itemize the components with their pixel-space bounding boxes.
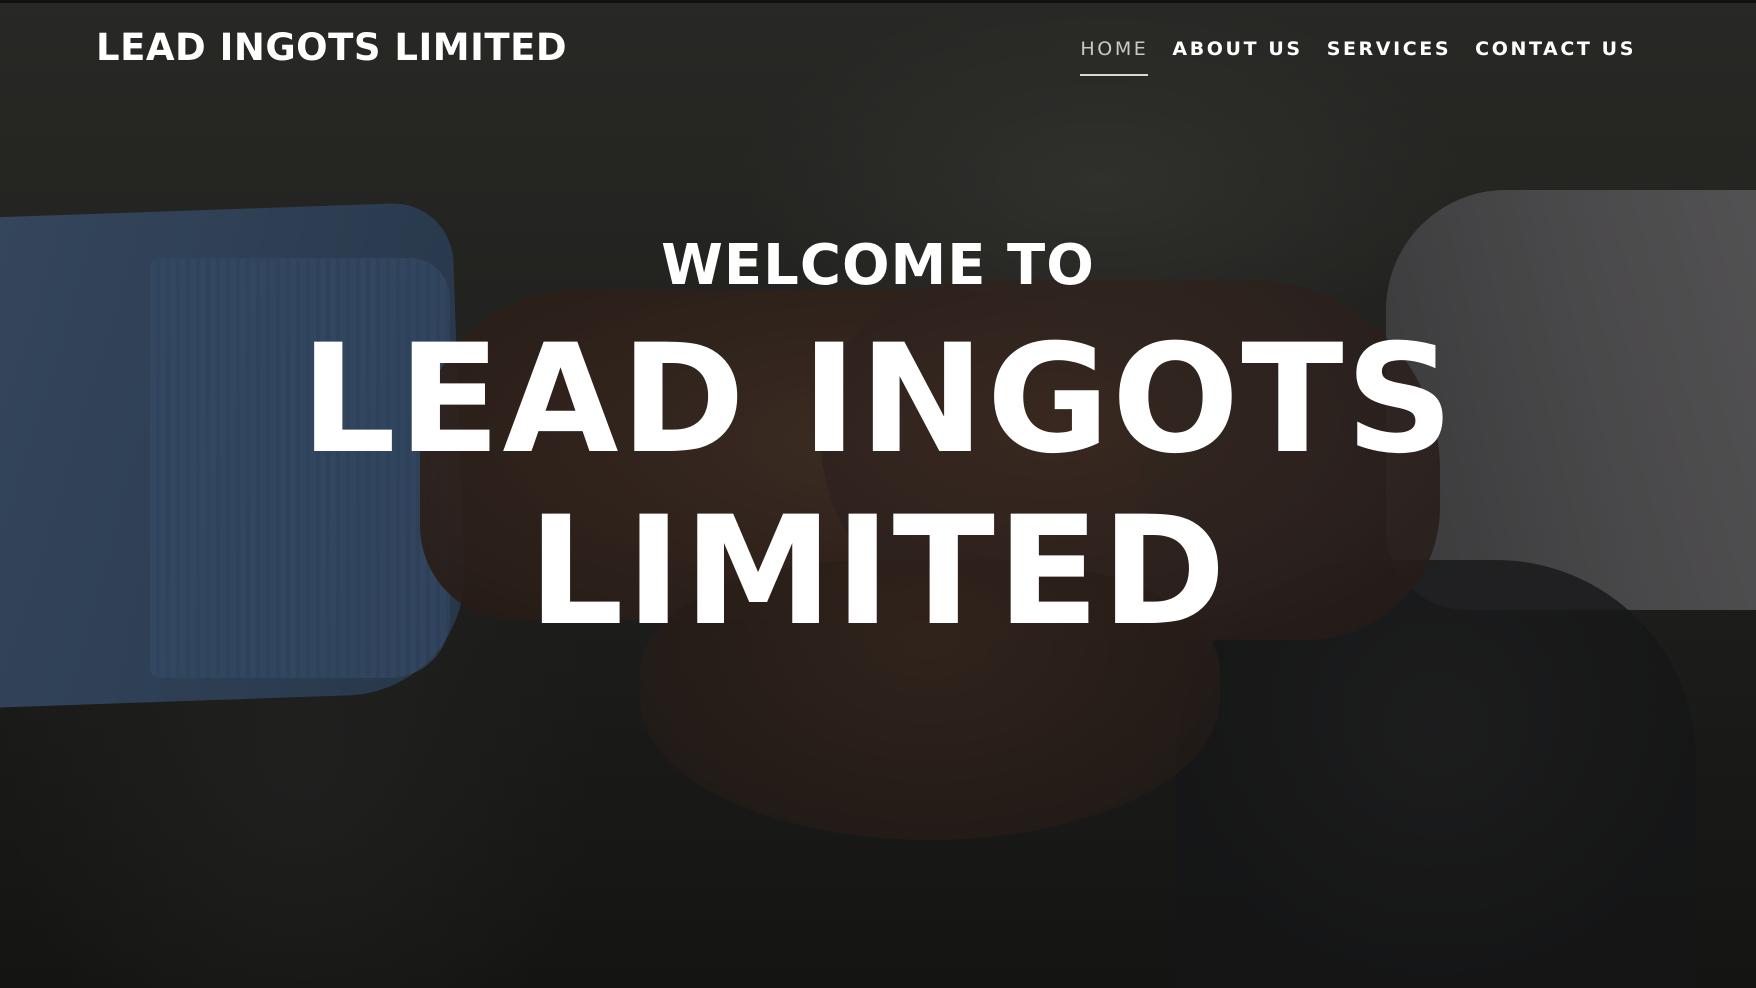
main-nav: HOME ABOUT US SERVICES CONTACT US — [1080, 38, 1636, 76]
hero-section: LEAD INGOTS LIMITED HOME ABOUT US SERVIC… — [0, 0, 1756, 988]
brand-logo-text[interactable]: LEAD INGOTS LIMITED — [96, 26, 567, 69]
hero-eyebrow: WELCOME TO — [661, 233, 1095, 298]
site-header: LEAD INGOTS LIMITED HOME ABOUT US SERVIC… — [0, 0, 1756, 100]
nav-about-us[interactable]: ABOUT US — [1172, 38, 1302, 76]
nav-contact-us[interactable]: CONTACT US — [1475, 38, 1636, 76]
nav-home[interactable]: HOME — [1080, 38, 1149, 76]
nav-services[interactable]: SERVICES — [1327, 38, 1451, 76]
hero-text-block: WELCOME TO LEAD INGOTS LIMITED — [0, 228, 1756, 658]
hero-title: LEAD INGOTS LIMITED — [300, 313, 1456, 659]
